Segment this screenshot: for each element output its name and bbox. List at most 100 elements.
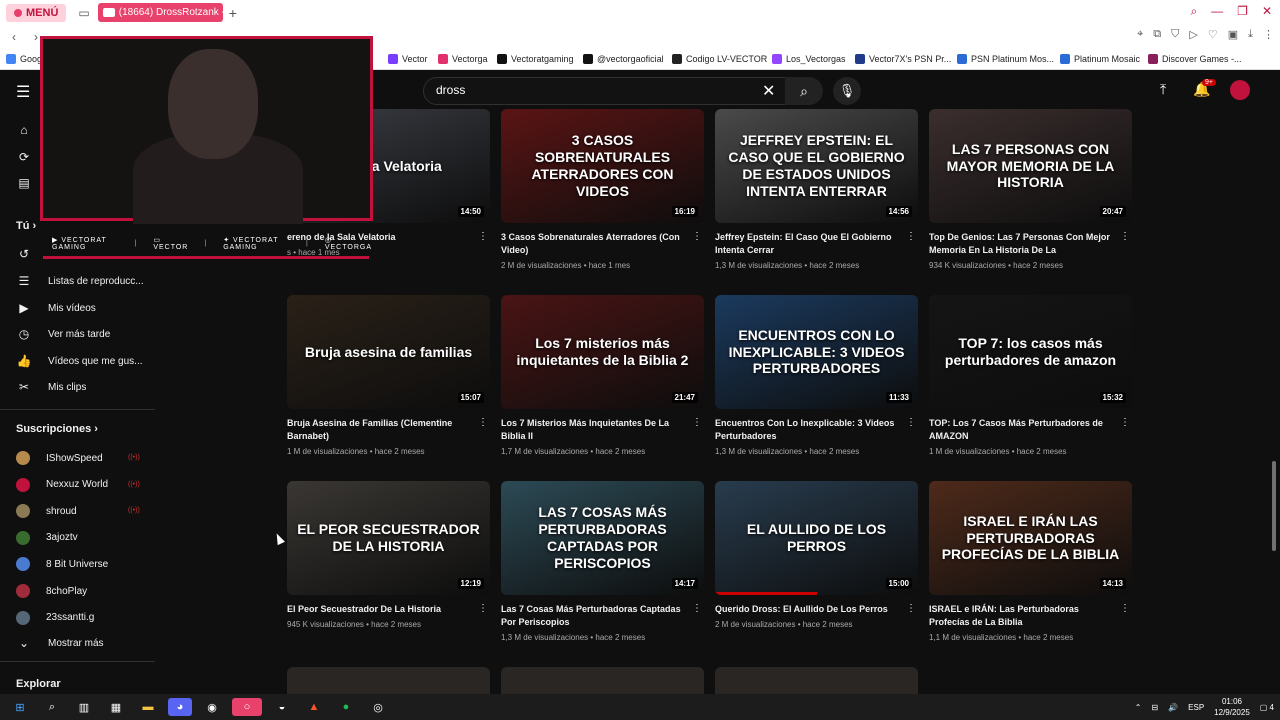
video-thumbnail[interactable]: ISRAEL E IRÁN LAS PERTURBADORAS PROFECÍA… — [929, 481, 1132, 595]
more-options-icon[interactable]: ⋮ — [1120, 417, 1130, 428]
more-options-icon[interactable]: ⋮ — [1120, 603, 1130, 614]
video-thumbnail[interactable]: LAS 7 PERSONAS CON MAYOR MEMORIA DE LA H… — [929, 109, 1132, 223]
video-thumbnail[interactable]: Bruja asesina de familias 15:07 — [287, 295, 490, 409]
download-icon[interactable]: ⤓ — [1248, 28, 1253, 41]
sidebar-item[interactable]: ▶ Mis vídeos — [16, 301, 95, 315]
new-tab-button[interactable]: + — [229, 5, 237, 21]
video-thumbnail[interactable]: LAS 7 COSAS MÁS PERTURBADORAS CAPTADAS P… — [501, 481, 704, 595]
bookmark-item[interactable]: Vectorga — [438, 53, 488, 64]
video-title[interactable]: Top De Genios: Las 7 Personas Con Mejor … — [929, 231, 1114, 257]
upload-icon[interactable]: ⤒ — [1160, 81, 1166, 98]
more-options-icon[interactable]: ⋮ — [478, 417, 488, 428]
chevron-up-icon[interactable]: ⌃ — [1135, 703, 1142, 712]
notifications-icon[interactable]: ▢ 4 — [1260, 703, 1274, 712]
video-title[interactable]: Jeffrey Epstein: El Caso Que El Gobierno… — [715, 231, 900, 257]
sidebar-item-subscriptions[interactable]: ▤ — [16, 176, 32, 190]
video-title[interactable]: Las 7 Cosas Más Perturbadoras Captadas P… — [501, 603, 686, 629]
bookmark-item[interactable]: @vectorgaoficial — [583, 53, 664, 64]
windows-start-icon[interactable]: ⊞ — [8, 698, 32, 716]
sidebar-item[interactable]: 👍 Vídeos que me gus... — [16, 354, 143, 368]
avatar[interactable] — [1230, 80, 1250, 100]
more-options-icon[interactable]: ⋮ — [478, 603, 488, 614]
video-card[interactable]: ENCUENTROS CON LO INEXPLICABLE: 3 VIDEOS… — [715, 295, 918, 456]
more-options-icon[interactable]: ⋮ — [906, 417, 916, 428]
video-title[interactable]: Encuentros Con Lo Inexplicable: 3 Videos… — [715, 417, 900, 443]
bookmark-item[interactable]: PSN Platinum Mos... — [957, 53, 1054, 64]
tab-active[interactable]: (18664) DrossRotzank - Y — [97, 3, 223, 22]
video-thumbnail[interactable] — [715, 667, 918, 694]
video-title[interactable]: Querido Dross: El Aullido De Los Perros — [715, 603, 900, 616]
obs-icon[interactable]: ◒ — [270, 698, 294, 716]
video-title[interactable]: El Peor Secuestrador De La Historia — [287, 603, 472, 616]
opera-gx-icon[interactable]: ○ — [232, 698, 262, 716]
sidebar-item-history[interactable]: ↺ — [16, 247, 32, 261]
scrollbar[interactable] — [1272, 461, 1276, 551]
close-icon[interactable]: ✕ — [1262, 4, 1272, 19]
sidebar-subs-heading[interactable]: Suscripciones › — [16, 423, 98, 435]
brave-icon[interactable]: ▲ — [302, 698, 326, 716]
video-card[interactable]: EL PEOR SECUESTRADOR DE LA HISTORIA 12:19… — [287, 481, 490, 629]
more-icon[interactable]: ⋮ — [1263, 28, 1274, 41]
video-title[interactable]: 3 Casos Sobrenaturales Aterradores (Con … — [501, 231, 686, 257]
maximize-icon[interactable]: ❐ — [1237, 4, 1248, 19]
sidebar-item[interactable]: ✂ Mis clips — [16, 380, 86, 394]
bookmark-item[interactable]: Vector — [388, 53, 428, 64]
search-input[interactable]: dross — [423, 77, 786, 105]
explorer-icon[interactable]: ▦ — [104, 698, 128, 716]
subscription-item[interactable]: 3ajoztv — [16, 530, 78, 545]
back-icon[interactable]: ‹ — [6, 30, 22, 44]
video-thumbnail[interactable]: ENCUENTROS CON LO INEXPLICABLE: 3 VIDEOS… — [715, 295, 918, 409]
video-card[interactable]: LAS 7 COSAS MÁS PERTURBADORAS CAPTADAS P… — [501, 481, 704, 642]
video-card[interactable]: Los 7 misterios más inquietantes de la B… — [501, 295, 704, 456]
sidebar-item[interactable]: ☰ Listas de reproducc... — [16, 274, 144, 288]
task-view-icon[interactable]: ▥ — [72, 698, 96, 716]
video-thumbnail[interactable]: EL PEOR SECUESTRADOR DE LA HISTORIA 12:19 — [287, 481, 490, 595]
more-options-icon[interactable]: ⋮ — [906, 231, 916, 242]
video-thumbnail[interactable] — [501, 667, 704, 694]
video-thumbnail[interactable]: TOP 7: los casos más perturbadores de am… — [929, 295, 1132, 409]
voice-search-button[interactable]: 🎙 — [833, 77, 861, 105]
minimize-icon[interactable]: — — [1211, 4, 1223, 19]
shield-icon[interactable]: ⛉ — [1171, 28, 1179, 41]
steam-icon[interactable]: ◉ — [200, 698, 224, 716]
subscription-item[interactable]: 23ssantti.g — [16, 610, 94, 625]
video-card[interactable]: JEFFREY EPSTEIN: EL CASO QUE EL GOBIERNO… — [715, 109, 918, 270]
show-more-button[interactable]: ⌄ Mostrar más — [16, 636, 104, 650]
search-icon[interactable]: ⌕ — [40, 698, 64, 716]
sidebar-you-heading[interactable]: Tú › — [16, 220, 36, 232]
search-button[interactable]: ⌕ — [785, 77, 823, 105]
bookmark-item[interactable]: Los_Vectorgas — [772, 53, 846, 64]
video-card[interactable]: TOP 7: los casos más perturbadores de am… — [929, 295, 1132, 456]
video-title[interactable]: Bruja Asesina de Familias (Clementine Ba… — [287, 417, 472, 443]
bookmark-item[interactable]: Vectoratgaming — [497, 53, 574, 64]
sidebar-item-home[interactable]: ⌂ — [16, 123, 32, 137]
hamburger-icon[interactable]: ☰ — [16, 82, 32, 102]
video-title[interactable]: ISRAEL e IRÁN: Las Perturbadoras Profecí… — [929, 603, 1114, 629]
video-card[interactable]: EL AULLIDO DE LOS PERROS 15:00 Querido Dro… — [715, 481, 918, 629]
volume-icon[interactable]: 🔊 — [1168, 703, 1178, 712]
video-card[interactable]: ISRAEL E IRÁN LAS PERTURBADORAS PROFECÍA… — [929, 481, 1132, 642]
video-title[interactable]: TOP: Los 7 Casos Más Perturbadores de AM… — [929, 417, 1114, 443]
bookmark-item[interactable]: Vector7X's PSN Pr... — [855, 53, 951, 64]
cube-icon[interactable]: ▣ — [1228, 28, 1238, 41]
more-options-icon[interactable]: ⋮ — [478, 231, 488, 242]
video-thumbnail[interactable] — [287, 667, 490, 694]
more-options-icon[interactable]: ⋮ — [692, 231, 702, 242]
spotify-icon[interactable]: ● — [334, 698, 358, 716]
subscription-item[interactable]: 8choPlay — [16, 584, 87, 598]
network-icon[interactable]: ⊟ — [1151, 703, 1158, 712]
subscription-item[interactable]: shroud — [16, 504, 77, 519]
subscription-item[interactable]: IShowSpeed — [16, 451, 103, 465]
folder-icon[interactable]: ▬ — [136, 698, 160, 716]
video-thumbnail[interactable]: JEFFREY EPSTEIN: EL CASO QUE EL GOBIERNO… — [715, 109, 918, 223]
video-thumbnail[interactable]: 3 CASOS SOBRENATURALES ATERRADORES CON V… — [501, 109, 704, 223]
app-icon[interactable]: ◎ — [366, 698, 390, 716]
clock[interactable]: 01:06 12/9/2025 — [1214, 696, 1250, 718]
search-tabs-icon[interactable]: ⌕ — [1190, 4, 1197, 19]
subscription-item[interactable]: 8 Bit Universe — [16, 557, 108, 572]
sidebar-item[interactable]: ◷ Ver más tarde — [16, 327, 111, 341]
video-card[interactable]: LAS 7 PERSONAS CON MAYOR MEMORIA DE LA H… — [929, 109, 1132, 270]
video-thumbnail[interactable]: Los 7 misterios más inquietantes de la B… — [501, 295, 704, 409]
sidebar-item-shorts[interactable]: ⟳ — [16, 150, 32, 164]
discord-icon[interactable]: ◕ — [168, 698, 192, 716]
